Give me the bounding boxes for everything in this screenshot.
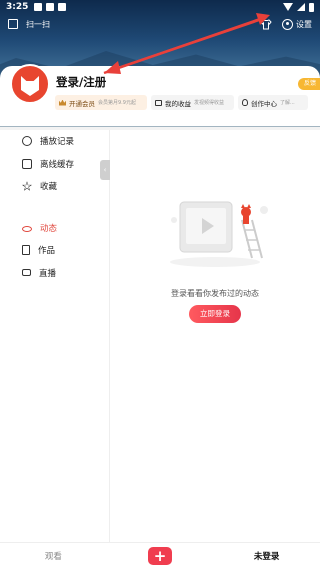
sidebar-item-live[interactable]: 直播: [0, 262, 109, 285]
signal-icon: [297, 3, 305, 11]
settings-button[interactable]: 设置: [282, 18, 312, 30]
sidebar-item-label: 播放记录: [40, 137, 75, 148]
sidebar-collapse-button[interactable]: ‹: [100, 160, 110, 180]
tab-watch[interactable]: 观看: [0, 550, 107, 562]
notification-icon: [58, 3, 67, 11]
gear-icon: [282, 18, 293, 30]
income-label: 我的收益: [165, 99, 191, 108]
lightbulb-icon: [242, 99, 248, 106]
profile-shortcuts: 开通会员 会员第月9.9元起 我的收益 发视频得收益 创作中心 了解...: [55, 95, 308, 110]
scan-icon: [8, 19, 18, 29]
scan-button[interactable]: 扫一扫: [8, 19, 50, 30]
sidebar-item-label: 作品: [38, 246, 56, 257]
sidebar-item-history[interactable]: 播放记录: [0, 130, 109, 153]
notification-icon: [46, 3, 55, 11]
creator-sub: 了解...: [280, 100, 295, 106]
sidebar-item-label: 直播: [39, 268, 57, 279]
profile-screen: 3:25 扫一扫 设置 登录/注册 反馈 开通会员 会员第月9.9元起 我的收益…: [0, 0, 320, 568]
star-icon: [22, 181, 32, 191]
sidebar-item-offline-cache[interactable]: 离线缓存: [0, 153, 109, 176]
sidebar-item-label: 收藏: [40, 182, 58, 193]
top-actions: 扫一扫 设置: [0, 14, 320, 34]
tab-publish[interactable]: +: [107, 546, 214, 565]
wallet-icon: [155, 99, 162, 106]
sidebar-item-works[interactable]: 作品: [0, 239, 109, 262]
income-button[interactable]: 我的收益 发视频得收益: [151, 95, 234, 110]
vip-label: 开通会员: [69, 99, 95, 108]
battery-icon: [309, 2, 314, 12]
bottom-nav: 观看 + 未登录: [0, 542, 320, 568]
tab-me[interactable]: 未登录: [213, 550, 320, 562]
sidebar-item-dynamic[interactable]: 动态: [0, 217, 109, 240]
login-register-link[interactable]: 登录/注册: [56, 74, 106, 90]
avatar[interactable]: [10, 64, 50, 104]
creator-center-button[interactable]: 创作中心 了解...: [238, 95, 308, 110]
scan-label: 扫一扫: [26, 19, 50, 29]
feedback-button[interactable]: 反馈: [297, 78, 320, 90]
live-icon: [22, 269, 31, 277]
wifi-icon: [283, 3, 293, 11]
sidebar-item-label: 动态: [40, 223, 58, 234]
login-now-button[interactable]: 立即登录: [189, 305, 241, 323]
status-time: 3:25: [6, 2, 29, 12]
empty-state-illustration: [170, 201, 268, 267]
crown-icon: [59, 99, 66, 106]
sidebar-item-label: 离线缓存: [40, 159, 75, 170]
dynamic-icon: [22, 225, 32, 232]
creator-label: 创作中心: [251, 99, 277, 108]
plus-icon: +: [148, 546, 172, 565]
settings-label: 设置: [296, 19, 312, 29]
fox-logo-icon: [21, 76, 39, 96]
download-icon: [22, 158, 32, 169]
vip-button[interactable]: 开通会员 会员第月9.9元起: [55, 95, 147, 110]
income-sub: 发视频得收益: [194, 100, 225, 106]
skin-icon[interactable]: [260, 18, 272, 30]
history-icon: [22, 136, 32, 147]
empty-state-text: 登录看看你发布过的动态: [171, 289, 259, 298]
notification-icon: [34, 3, 43, 11]
works-icon: [22, 245, 30, 256]
sidebar: 播放记录 离线缓存 收藏 动态 作品 直播: [0, 130, 110, 542]
status-bar: 3:25: [0, 0, 320, 14]
vip-sub: 会员第月9.9元起: [98, 100, 136, 106]
sidebar-item-favorites[interactable]: 收藏: [0, 175, 109, 198]
